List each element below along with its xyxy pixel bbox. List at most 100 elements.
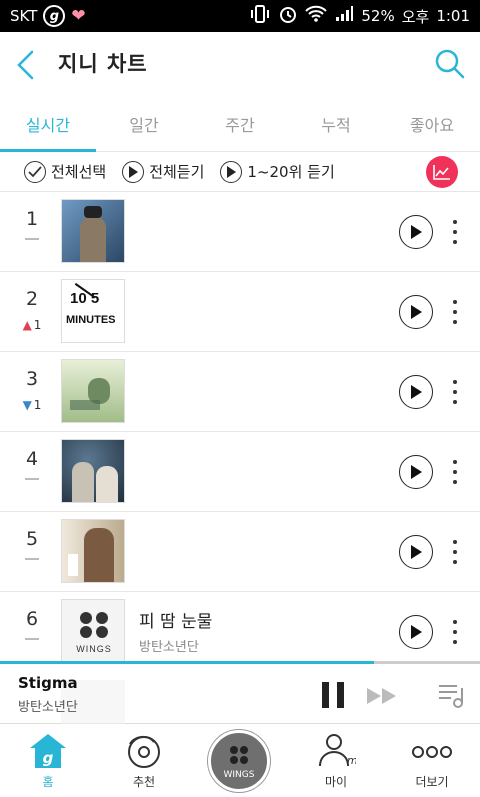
- play-button[interactable]: [399, 295, 433, 329]
- chart-row[interactable]: 6 WINGS 피 땀 눈물 방탄소년단: [0, 592, 480, 672]
- tab-realtime[interactable]: 실시간: [0, 96, 96, 152]
- no-change-icon: [25, 238, 39, 240]
- song-title: 피 땀 눈물: [139, 612, 213, 632]
- heart-icon: ❤: [71, 6, 86, 26]
- select-all-button[interactable]: 전체선택: [24, 160, 107, 183]
- play-button[interactable]: [399, 455, 433, 489]
- play-icon: [411, 465, 422, 479]
- rank-change: [14, 638, 50, 640]
- rank-number: 4: [25, 448, 39, 470]
- chart-row[interactable]: 2 ▲ 1 10 5 MINUTES: [0, 272, 480, 352]
- tab-daily[interactable]: 일간: [96, 96, 192, 151]
- album-art[interactable]: [61, 199, 125, 263]
- rank-number: 3: [25, 368, 39, 390]
- more-options-button[interactable]: [446, 300, 464, 324]
- album-art[interactable]: [61, 359, 125, 423]
- play-icon: [411, 225, 422, 239]
- album-art[interactable]: [61, 439, 125, 503]
- status-bar: SKT g ❤ 52% 오후 1:01: [0, 0, 480, 32]
- rank-change: ▼ 1: [22, 398, 42, 412]
- play-button[interactable]: [399, 535, 433, 569]
- chart-graph-button[interactable]: [426, 156, 458, 188]
- signal-icon: [334, 5, 354, 27]
- more-options-button[interactable]: [446, 620, 464, 644]
- play-button[interactable]: [399, 215, 433, 249]
- chart-tabs: 실시간 일간 주간 누적 좋아요: [0, 96, 480, 152]
- genie-icon: g: [43, 5, 66, 27]
- rank-number: 5: [25, 528, 39, 550]
- artist-name: 방탄소년단: [139, 640, 199, 655]
- fast-forward-icon: [367, 688, 396, 704]
- mini-player[interactable]: Stigma 방탄소년단: [0, 664, 480, 744]
- tab-cumulative[interactable]: 누적: [288, 96, 384, 151]
- chart-row[interactable]: 5: [0, 512, 480, 592]
- recommend-disc-icon: [124, 732, 164, 773]
- svg-text:WINGS: WINGS: [76, 644, 112, 654]
- play-icon: [122, 160, 145, 183]
- rank-number: 6: [25, 608, 39, 630]
- check-icon: [24, 160, 46, 183]
- rank-up-icon: ▲: [22, 318, 32, 332]
- rank-change: ▲ 1: [22, 318, 42, 332]
- more-options-button[interactable]: [446, 220, 464, 244]
- tab-likes[interactable]: 좋아요: [384, 96, 480, 151]
- more-dots-icon: [410, 732, 454, 773]
- list-toolbar: 전체선택 전체듣기 1~20위 듣기: [0, 152, 480, 192]
- search-icon: [435, 49, 465, 79]
- search-button[interactable]: [434, 48, 466, 80]
- battery-label: 52%: [361, 7, 395, 25]
- play-top20-button[interactable]: 1~20위 듣기: [220, 160, 335, 183]
- play-icon: [411, 625, 422, 639]
- line-graph-icon: [433, 165, 450, 180]
- play-button[interactable]: [399, 375, 433, 409]
- back-button[interactable]: [14, 50, 38, 80]
- nav-more-label: 더보기: [415, 775, 449, 789]
- svg-text:my: my: [347, 754, 356, 767]
- pause-button[interactable]: [322, 682, 344, 708]
- album-art[interactable]: WINGS: [61, 599, 125, 663]
- person-icon: my: [316, 732, 365, 773]
- play-all-label: 전체듣기: [149, 163, 205, 181]
- play-button[interactable]: [399, 615, 433, 649]
- rank-number: 2: [25, 288, 39, 310]
- chart-row[interactable]: 1: [0, 192, 480, 272]
- nav-my[interactable]: my 마이: [288, 724, 384, 797]
- album-art[interactable]: 10 5 MINUTES: [61, 279, 125, 343]
- play-icon: [220, 160, 243, 183]
- alarm-icon: [278, 4, 298, 28]
- tab-weekly[interactable]: 주간: [192, 96, 288, 151]
- app-header: 지니 차트: [0, 32, 480, 96]
- play-all-button[interactable]: 전체듣기: [122, 160, 205, 183]
- wifi-icon: [305, 5, 328, 27]
- nav-more[interactable]: 더보기: [384, 724, 480, 797]
- center-disc-label: WINGS: [223, 770, 255, 780]
- now-playing-title: Stigma: [18, 674, 78, 692]
- nav-home[interactable]: g 홈: [0, 724, 96, 797]
- play-top20-label: 1~20위 듣기: [247, 163, 335, 181]
- no-change-icon: [25, 478, 39, 480]
- chart-row[interactable]: 4: [0, 432, 480, 512]
- playlist-button[interactable]: [436, 680, 466, 710]
- more-options-button[interactable]: [446, 540, 464, 564]
- now-playing-disc-button[interactable]: WINGS: [208, 730, 270, 792]
- rank-change: [14, 478, 50, 480]
- clock-label: 1:01: [436, 7, 470, 25]
- play-icon: [411, 305, 422, 319]
- rank-number: 1: [25, 208, 39, 230]
- album-art[interactable]: [61, 519, 125, 583]
- chart-row[interactable]: 3 ▼ 1: [0, 352, 480, 432]
- select-all-label: 전체선택: [51, 163, 107, 181]
- now-playing-artist: 방탄소년단: [18, 700, 78, 715]
- wings-album-icon: [230, 746, 248, 764]
- rank-down-icon: ▼: [22, 398, 32, 412]
- more-options-button[interactable]: [446, 380, 464, 404]
- home-icon: g: [28, 732, 68, 773]
- wings-logo-icon: WINGS: [76, 612, 112, 654]
- play-icon: [411, 385, 422, 399]
- page-title: 지니 차트: [58, 52, 148, 76]
- playlist-icon: [439, 685, 463, 708]
- nav-my-label: 마이: [324, 775, 348, 789]
- next-track-button[interactable]: [366, 686, 398, 710]
- nav-recommend[interactable]: 추천: [96, 724, 192, 797]
- more-options-button[interactable]: [446, 460, 464, 484]
